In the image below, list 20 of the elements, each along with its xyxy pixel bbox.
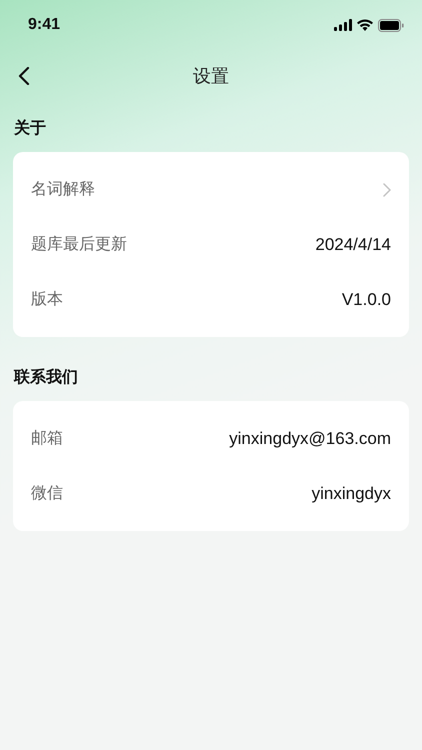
back-button[interactable] bbox=[16, 65, 32, 87]
settings-item[interactable]: 名词解释 bbox=[13, 162, 409, 217]
chevron-right-icon bbox=[383, 182, 391, 196]
page-title: 设置 bbox=[193, 65, 229, 88]
wifi-icon bbox=[357, 19, 373, 31]
row-label: 名词解释 bbox=[31, 179, 95, 200]
row-value: V1.0.0 bbox=[342, 290, 391, 310]
back-icon bbox=[18, 67, 30, 85]
row-label: 题库最后更新 bbox=[31, 234, 127, 255]
status-time: 9:41 bbox=[28, 16, 60, 34]
row-value: yinxingdyx bbox=[312, 484, 391, 504]
row-label: 版本 bbox=[31, 289, 63, 310]
section-title: 联系我们 bbox=[13, 366, 79, 388]
row-value: yinxingdyx@163.com bbox=[229, 428, 391, 448]
row-value: 2024/4/14 bbox=[315, 234, 391, 254]
row-label: 邮箱 bbox=[31, 428, 63, 449]
signal-icon bbox=[334, 19, 352, 31]
row-label: 微信 bbox=[31, 483, 63, 504]
section-title: 关于 bbox=[13, 117, 47, 139]
battery-icon bbox=[378, 18, 404, 32]
